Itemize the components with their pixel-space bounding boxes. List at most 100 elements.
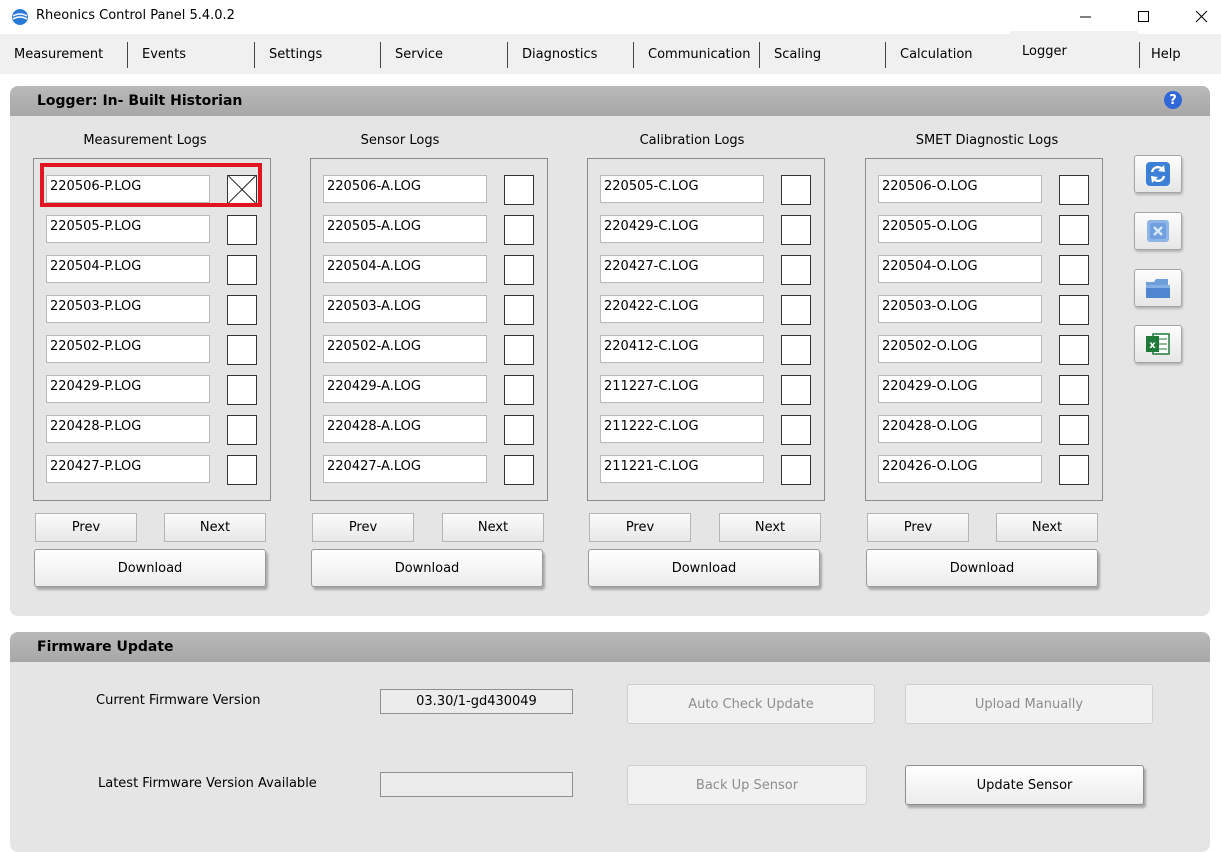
tab-help[interactable]: Help: [1140, 34, 1221, 74]
log-checkbox[interactable]: [1059, 415, 1089, 445]
log-file-name[interactable]: 220503-P.LOG: [46, 295, 210, 323]
log-checkbox[interactable]: [227, 375, 257, 405]
log-checkbox[interactable]: [781, 295, 811, 325]
log-checkbox[interactable]: [1059, 215, 1089, 245]
smet-download-button[interactable]: Download: [866, 549, 1098, 587]
log-file-name[interactable]: 220429-O.LOG: [878, 375, 1042, 403]
log-file-name[interactable]: 220427-P.LOG: [46, 455, 210, 483]
tab-measurement[interactable]: Measurement: [0, 34, 127, 74]
log-file-name[interactable]: 220502-O.LOG: [878, 335, 1042, 363]
log-file-name[interactable]: 220505-A.LOG: [323, 215, 487, 243]
log-checkbox[interactable]: [504, 335, 534, 365]
tab-diagnostics[interactable]: Diagnostics: [508, 34, 633, 74]
log-file-name[interactable]: 220429-C.LOG: [600, 215, 764, 243]
log-checkbox[interactable]: [227, 215, 257, 245]
delete-button[interactable]: [1134, 212, 1182, 250]
measurement-next-button[interactable]: Next: [164, 513, 266, 542]
log-checkbox[interactable]: [781, 255, 811, 285]
log-file-name[interactable]: 220504-O.LOG: [878, 255, 1042, 283]
log-checkbox[interactable]: [227, 335, 257, 365]
log-checkbox[interactable]: [504, 375, 534, 405]
log-checkbox[interactable]: [1059, 375, 1089, 405]
log-file-name[interactable]: 220504-A.LOG: [323, 255, 487, 283]
log-checkbox[interactable]: [781, 335, 811, 365]
smet-next-button[interactable]: Next: [996, 513, 1098, 542]
export-excel-button[interactable]: x: [1134, 325, 1182, 363]
log-file-name[interactable]: 220428-P.LOG: [46, 415, 210, 443]
open-folder-button[interactable]: [1134, 269, 1182, 307]
log-file-name[interactable]: 211221-C.LOG: [600, 455, 764, 483]
log-file-name[interactable]: 220505-C.LOG: [600, 175, 764, 203]
rheonics-logo-icon: [12, 9, 28, 25]
log-file-name[interactable]: 220505-O.LOG: [878, 215, 1042, 243]
upload-manually-button[interactable]: Upload Manually: [905, 684, 1153, 724]
log-file-name[interactable]: 211227-C.LOG: [600, 375, 764, 403]
minimize-button[interactable]: [1057, 0, 1115, 34]
tab-events[interactable]: Events: [128, 34, 254, 74]
log-checkbox[interactable]: [227, 415, 257, 445]
log-checkbox[interactable]: [781, 455, 811, 485]
log-file-name[interactable]: 220426-O.LOG: [878, 455, 1042, 483]
auto-check-update-button[interactable]: Auto Check Update: [627, 684, 875, 724]
log-file-name[interactable]: 220429-A.LOG: [323, 375, 487, 403]
refresh-button[interactable]: [1134, 155, 1182, 193]
log-file-name[interactable]: 220427-C.LOG: [600, 255, 764, 283]
log-checkbox[interactable]: [504, 175, 534, 205]
smet-prev-button[interactable]: Prev: [867, 513, 969, 542]
tab-settings[interactable]: Settings: [255, 34, 380, 74]
log-checkbox[interactable]: [1059, 295, 1089, 325]
calibration-download-button[interactable]: Download: [588, 549, 820, 587]
tab-scaling[interactable]: Scaling: [760, 34, 885, 74]
log-file-name[interactable]: 220504-P.LOG: [46, 255, 210, 283]
log-checkbox[interactable]: [227, 455, 257, 485]
log-file-name[interactable]: 220428-O.LOG: [878, 415, 1042, 443]
log-checkbox[interactable]: [504, 255, 534, 285]
latest-firmware-value: [380, 772, 573, 797]
sensor-next-button[interactable]: Next: [442, 513, 544, 542]
log-checkbox[interactable]: [1059, 175, 1089, 205]
help-icon[interactable]: ?: [1164, 91, 1182, 109]
tab-logger[interactable]: Logger: [1010, 31, 1138, 71]
tab-communication[interactable]: Communication: [634, 34, 759, 74]
log-checkbox[interactable]: [781, 175, 811, 205]
log-checkbox[interactable]: [227, 255, 257, 285]
log-file-name[interactable]: 220503-A.LOG: [323, 295, 487, 323]
tab-service[interactable]: Service: [381, 34, 507, 74]
sensor-download-button[interactable]: Download: [311, 549, 543, 587]
log-file-name[interactable]: 220502-P.LOG: [46, 335, 210, 363]
close-button[interactable]: [1173, 0, 1221, 34]
log-checkbox[interactable]: [227, 295, 257, 325]
log-checkbox[interactable]: [781, 375, 811, 405]
back-up-sensor-button[interactable]: Back Up Sensor: [627, 765, 867, 805]
maximize-button[interactable]: [1115, 0, 1173, 34]
log-checkbox[interactable]: [504, 415, 534, 445]
tab-calculation[interactable]: Calculation: [886, 34, 1011, 74]
log-file-name[interactable]: 220429-P.LOG: [46, 375, 210, 403]
calibration-next-button[interactable]: Next: [719, 513, 821, 542]
log-file-name[interactable]: 220506-A.LOG: [323, 175, 487, 203]
delete-icon: [1147, 220, 1169, 242]
log-file-name[interactable]: 220412-C.LOG: [600, 335, 764, 363]
log-checkbox[interactable]: [1059, 455, 1089, 485]
log-file-name[interactable]: 220505-P.LOG: [46, 215, 210, 243]
log-checkbox[interactable]: [504, 295, 534, 325]
log-file-name[interactable]: 211222-C.LOG: [600, 415, 764, 443]
log-checkbox[interactable]: [1059, 335, 1089, 365]
log-file-name[interactable]: 220503-O.LOG: [878, 295, 1042, 323]
log-file-name[interactable]: 220428-A.LOG: [323, 415, 487, 443]
log-file-name[interactable]: 220427-A.LOG: [323, 455, 487, 483]
measurement-prev-button[interactable]: Prev: [35, 513, 137, 542]
measurement-download-button[interactable]: Download: [34, 549, 266, 587]
log-file-name[interactable]: 220502-A.LOG: [323, 335, 487, 363]
log-row: 220505-P.LOG: [46, 215, 270, 245]
log-checkbox[interactable]: [1059, 255, 1089, 285]
update-sensor-button[interactable]: Update Sensor: [905, 765, 1144, 805]
log-checkbox[interactable]: [504, 455, 534, 485]
log-checkbox[interactable]: [504, 215, 534, 245]
log-file-name[interactable]: 220422-C.LOG: [600, 295, 764, 323]
sensor-prev-button[interactable]: Prev: [312, 513, 414, 542]
log-file-name[interactable]: 220506-O.LOG: [878, 175, 1042, 203]
calibration-prev-button[interactable]: Prev: [589, 513, 691, 542]
log-checkbox[interactable]: [781, 415, 811, 445]
log-checkbox[interactable]: [781, 215, 811, 245]
